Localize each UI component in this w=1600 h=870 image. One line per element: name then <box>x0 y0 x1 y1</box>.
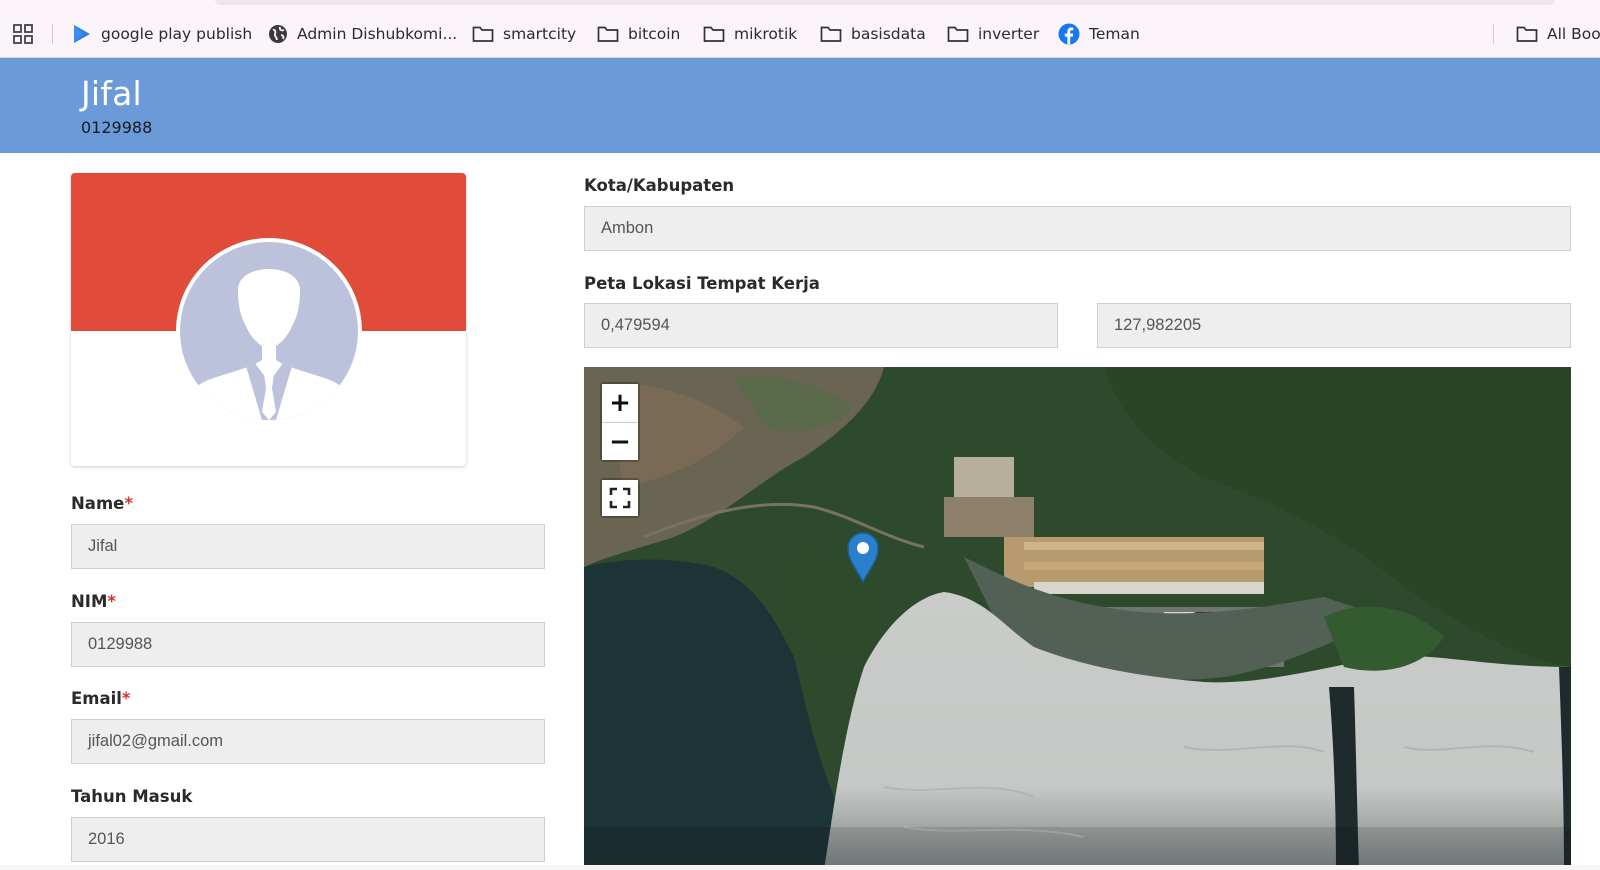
header-name: Jifal <box>81 74 142 113</box>
tahun-masuk-label: Tahun Masuk <box>71 787 193 806</box>
avatar[interactable] <box>176 238 362 424</box>
nim-field[interactable]: 0129988 <box>71 622 545 667</box>
kota-kabupaten-field[interactable]: Ambon <box>584 206 1571 251</box>
page-bottom-edge <box>0 865 1600 870</box>
facebook-icon <box>1058 23 1080 45</box>
tahun-masuk-value: 2016 <box>88 830 125 848</box>
folder-icon <box>820 26 842 42</box>
bookmark-folder-inverter[interactable]: inverter <box>947 22 1039 46</box>
location-marker[interactable] <box>846 531 880 584</box>
zoom-control: + − <box>600 382 640 462</box>
all-bookmarks-button[interactable]: All Boo <box>1516 22 1600 46</box>
header-nim: 0129988 <box>81 118 153 137</box>
bookmark-label: smartcity <box>503 25 577 43</box>
bookmark-folder-basisdata[interactable]: basisdata <box>820 22 926 46</box>
email-field[interactable]: jifal02@gmail.com <box>71 719 545 764</box>
bookmark-admin-dishubkomi[interactable]: Admin Dishubkomi... <box>268 22 457 46</box>
location-map[interactable]: + − <box>584 367 1571 870</box>
longitude-value: 127,982205 <box>1114 316 1202 334</box>
folder-icon <box>472 26 494 42</box>
profile-card <box>71 173 466 466</box>
zoom-out-button[interactable]: − <box>602 422 638 460</box>
google-play-icon <box>74 25 90 43</box>
required-mark: * <box>107 592 117 611</box>
kota-kabupaten-value: Ambon <box>601 219 654 237</box>
folder-icon <box>1516 26 1538 42</box>
latitude-value: 0,479594 <box>601 316 670 334</box>
bookmark-label: inverter <box>978 25 1040 43</box>
kota-kabupaten-label: Kota/Kabupaten <box>584 176 735 195</box>
bookmarks-separator <box>1493 24 1494 44</box>
bookmark-teman[interactable]: Teman <box>1058 22 1140 46</box>
longitude-field[interactable]: 127,982205 <box>1097 303 1571 348</box>
email-label: Email* <box>71 689 131 708</box>
nim-label: NIM* <box>71 592 117 611</box>
folder-icon <box>947 26 969 42</box>
nim-value: 0129988 <box>88 635 153 653</box>
apps-grid-button[interactable] <box>13 22 42 46</box>
peta-lokasi-label: Peta Lokasi Tempat Kerja <box>584 274 820 293</box>
name-label: Name* <box>71 494 133 513</box>
bookmark-folder-mikrotik[interactable]: mikrotik <box>703 22 797 46</box>
email-value: jifal02@gmail.com <box>88 732 224 750</box>
fullscreen-button[interactable] <box>602 480 638 516</box>
apps-grid-icon <box>13 24 33 44</box>
bookmark-label: Teman <box>1089 25 1140 43</box>
bookmark-label: mikrotik <box>734 25 798 43</box>
bookmark-label: basisdata <box>851 25 926 43</box>
bookmark-google-play-publish[interactable]: google play publish <box>72 22 252 46</box>
tahun-masuk-field[interactable]: 2016 <box>71 817 545 862</box>
bookmark-folder-bitcoin[interactable]: bitcoin <box>597 22 680 46</box>
fullscreen-icon <box>609 487 631 509</box>
bookmarks-separator <box>52 24 53 44</box>
bookmark-label: google play publish <box>101 25 253 43</box>
required-mark: * <box>121 689 131 708</box>
bookmarks-bar: google play publish Admin Dishubkomi... … <box>0 0 1600 58</box>
bookmark-label: bitcoin <box>628 25 681 43</box>
map-marker-icon <box>847 532 879 584</box>
zoom-in-button[interactable]: + <box>602 384 638 422</box>
globe-icon <box>269 25 287 43</box>
name-value: Jifal <box>88 537 118 555</box>
address-bar-edge <box>215 0 1555 5</box>
fullscreen-control <box>600 478 640 518</box>
required-mark: * <box>124 494 133 513</box>
all-bookmarks-label: All Boo <box>1547 25 1600 43</box>
latitude-field[interactable]: 0,479594 <box>584 303 1058 348</box>
profile-header: Jifal 0129988 <box>0 58 1600 153</box>
folder-icon <box>597 26 619 42</box>
bookmark-label: Admin Dishubkomi... <box>297 25 458 43</box>
name-field[interactable]: Jifal <box>71 524 545 569</box>
user-silhouette-icon <box>180 242 358 420</box>
bookmark-folder-smartcity[interactable]: smartcity <box>472 22 576 46</box>
folder-icon <box>703 26 725 42</box>
satellite-imagery <box>584 367 1571 870</box>
